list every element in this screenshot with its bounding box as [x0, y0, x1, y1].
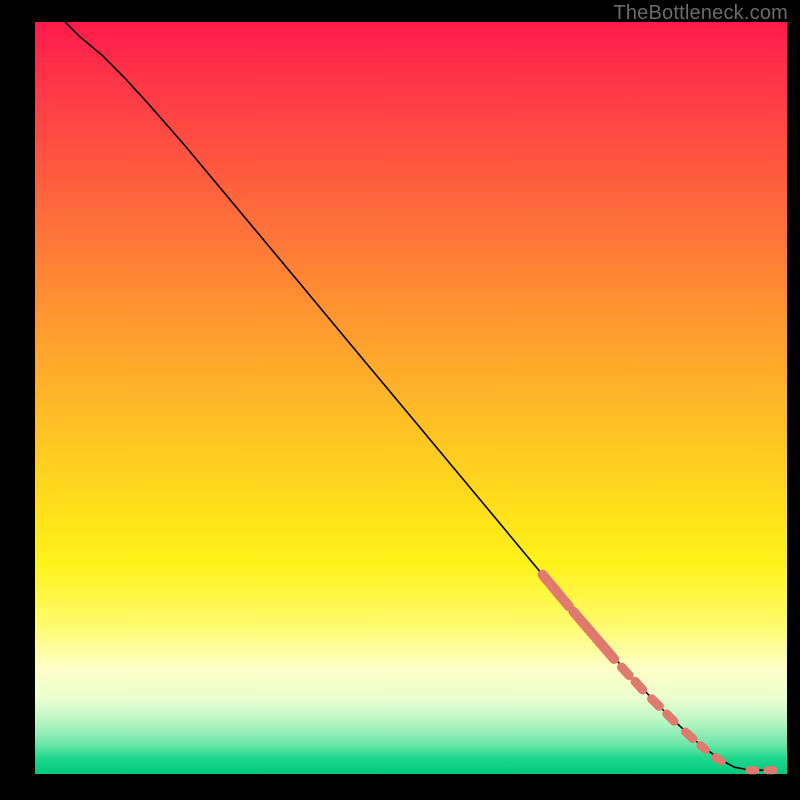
chart-stage: TheBottleneck.com: [0, 0, 800, 800]
plot-area: [35, 22, 787, 774]
dot-cluster: [622, 667, 630, 675]
dot-cluster: [543, 575, 569, 607]
curve-line: [65, 22, 772, 770]
dot-cluster: [716, 758, 722, 762]
dot-cluster: [635, 682, 643, 690]
dot-cluster: [667, 714, 675, 722]
chart-svg: [35, 22, 787, 774]
dot-cluster: [686, 732, 694, 739]
dot-cluster: [573, 612, 614, 659]
data-dots: [543, 575, 774, 771]
dot-cluster: [701, 745, 706, 750]
dot-cluster: [652, 699, 660, 707]
